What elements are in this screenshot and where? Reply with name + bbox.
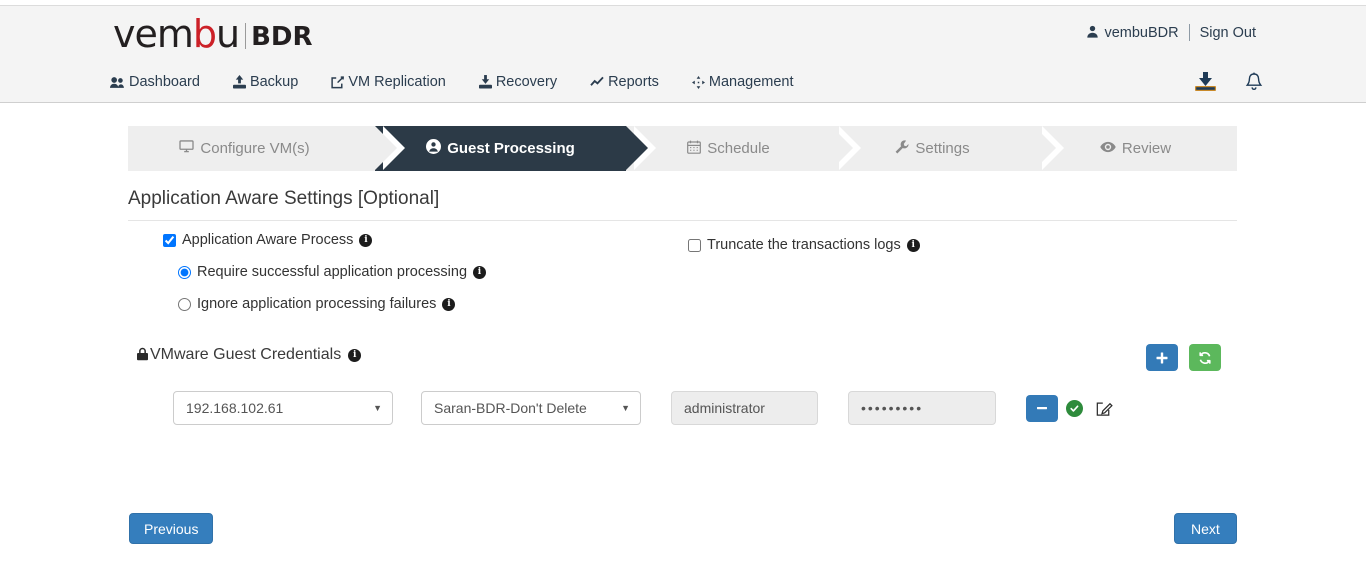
arrows-icon <box>691 75 705 89</box>
nav-item-reports[interactable]: Reports <box>590 70 672 94</box>
ignore-processing-failures-option[interactable]: Ignore application processing failures i <box>178 296 456 312</box>
wizard-step-label: Configure VM(s) <box>200 140 310 157</box>
nav-label: VM Replication <box>348 74 446 90</box>
vmware-guest-credentials-label: VMware Guest Credentials <box>150 346 342 363</box>
application-aware-process-checkbox[interactable] <box>163 233 176 247</box>
wizard-step-settings[interactable]: Settings <box>831 126 1064 171</box>
previous-button[interactable]: Previous <box>129 513 214 544</box>
info-icon[interactable]: i <box>348 348 362 362</box>
bell-icon[interactable] <box>1245 72 1263 97</box>
brand-separator <box>245 23 247 49</box>
download-icon[interactable] <box>1195 72 1217 97</box>
wizard-step-label: Schedule <box>707 140 770 157</box>
upload-icon <box>232 75 246 89</box>
remove-credential-button[interactable] <box>1026 394 1058 422</box>
vmware-guest-credentials-title: VMware Guest Credentials i <box>136 346 362 364</box>
header-action-icons <box>1195 72 1263 97</box>
edit-icon[interactable] <box>1096 400 1113 417</box>
desktop-icon <box>179 140 195 157</box>
brand-name-part2: b <box>192 12 217 56</box>
wizard-steps: Configure VM(s) Guest Processing Schedul… <box>128 126 1237 171</box>
eye-icon <box>1100 140 1116 157</box>
user-icon <box>1086 25 1099 41</box>
require-successful-processing-option[interactable]: Require successful application processin… <box>178 264 487 280</box>
info-icon[interactable]: i <box>906 238 920 252</box>
wizard-step-review[interactable]: Review <box>1034 126 1237 171</box>
wizard-step-configure-vms[interactable]: Configure VM(s) <box>128 126 405 171</box>
chart-line-icon <box>590 76 604 88</box>
ignore-processing-failures-radio[interactable] <box>178 297 191 311</box>
ignore-processing-failures-label: Ignore application processing failures <box>197 296 437 312</box>
share-icon <box>331 75 345 89</box>
main-navigation: Dashboard Backup VM Replication Recovery… <box>110 70 807 94</box>
truncate-logs-label: Truncate the transactions logs <box>707 237 901 253</box>
wrench-icon <box>895 139 909 158</box>
host-select[interactable]: 192.168.102.61 ▼ <box>173 391 393 425</box>
add-credential-button[interactable] <box>1146 344 1178 371</box>
wizard-step-label: Review <box>1121 140 1172 157</box>
top-header: vem b u BDR vembuBDR Sign Out Dashboard Ba… <box>0 5 1366 103</box>
nav-label: Dashboard <box>129 74 200 90</box>
page-title: Application Aware Settings [Optional] <box>128 188 440 209</box>
truncate-logs-checkbox[interactable] <box>688 238 701 252</box>
wizard-step-schedule[interactable]: Schedule <box>626 126 861 171</box>
lock-icon <box>136 347 149 364</box>
nav-item-vm-replication[interactable]: VM Replication <box>331 70 459 94</box>
wizard-step-label: Guest Processing <box>447 140 575 157</box>
nav-label: Management <box>708 74 794 90</box>
credential-select[interactable]: Saran-BDR-Don't Delete ▼ <box>421 391 641 425</box>
brand-name-part3: u <box>216 12 240 56</box>
host-select-value: 192.168.102.61 <box>186 400 284 416</box>
nav-item-backup[interactable]: Backup <box>232 70 311 94</box>
info-icon[interactable]: i <box>473 265 487 279</box>
brand-logo[interactable]: vem b u BDR <box>113 12 313 56</box>
check-circle-icon <box>1066 399 1083 417</box>
user-circle-icon <box>426 139 442 158</box>
nav-label: Backup <box>249 74 299 90</box>
user-divider <box>1188 24 1190 41</box>
application-aware-process-label: Application Aware Process <box>182 232 354 248</box>
section-divider <box>128 220 1237 221</box>
require-successful-processing-radio[interactable] <box>178 265 191 279</box>
brand-product: BDR <box>251 22 313 52</box>
application-aware-process-option[interactable]: Application Aware Process i <box>163 232 373 248</box>
info-icon[interactable]: i <box>359 233 373 247</box>
next-button[interactable]: Next <box>1174 513 1237 544</box>
calendar-icon <box>687 140 702 158</box>
nav-item-recovery[interactable]: Recovery <box>478 70 570 94</box>
user-area: vembuBDR Sign Out <box>1086 24 1256 41</box>
refresh-credentials-button[interactable] <box>1189 344 1221 371</box>
brand-name-part1: vem <box>113 12 194 56</box>
info-icon[interactable]: i <box>442 297 456 311</box>
credential-row: 192.168.102.61 ▼ Saran-BDR-Don't Delete … <box>173 391 1113 425</box>
username-field[interactable] <box>671 391 818 425</box>
sign-out-link[interactable]: Sign Out <box>1200 25 1256 41</box>
chevron-down-icon: ▼ <box>621 403 630 413</box>
wizard-step-label: Settings <box>915 140 970 157</box>
truncate-logs-option[interactable]: Truncate the transactions logs i <box>688 237 920 253</box>
wizard-step-guest-processing[interactable]: Guest Processing <box>375 126 656 171</box>
download-icon <box>478 75 492 89</box>
require-successful-processing-label: Require successful application processin… <box>197 264 468 280</box>
chevron-down-icon: ▼ <box>373 403 382 413</box>
password-field[interactable] <box>848 391 996 425</box>
nav-item-dashboard[interactable]: Dashboard <box>110 70 213 94</box>
username-label: vembuBDR <box>1104 24 1179 41</box>
dashboard-icon <box>110 76 125 89</box>
nav-item-management[interactable]: Management <box>691 70 807 94</box>
credential-select-value: Saran-BDR-Don't Delete <box>434 400 587 416</box>
nav-label: Reports <box>608 74 659 90</box>
nav-label: Recovery <box>495 74 558 90</box>
